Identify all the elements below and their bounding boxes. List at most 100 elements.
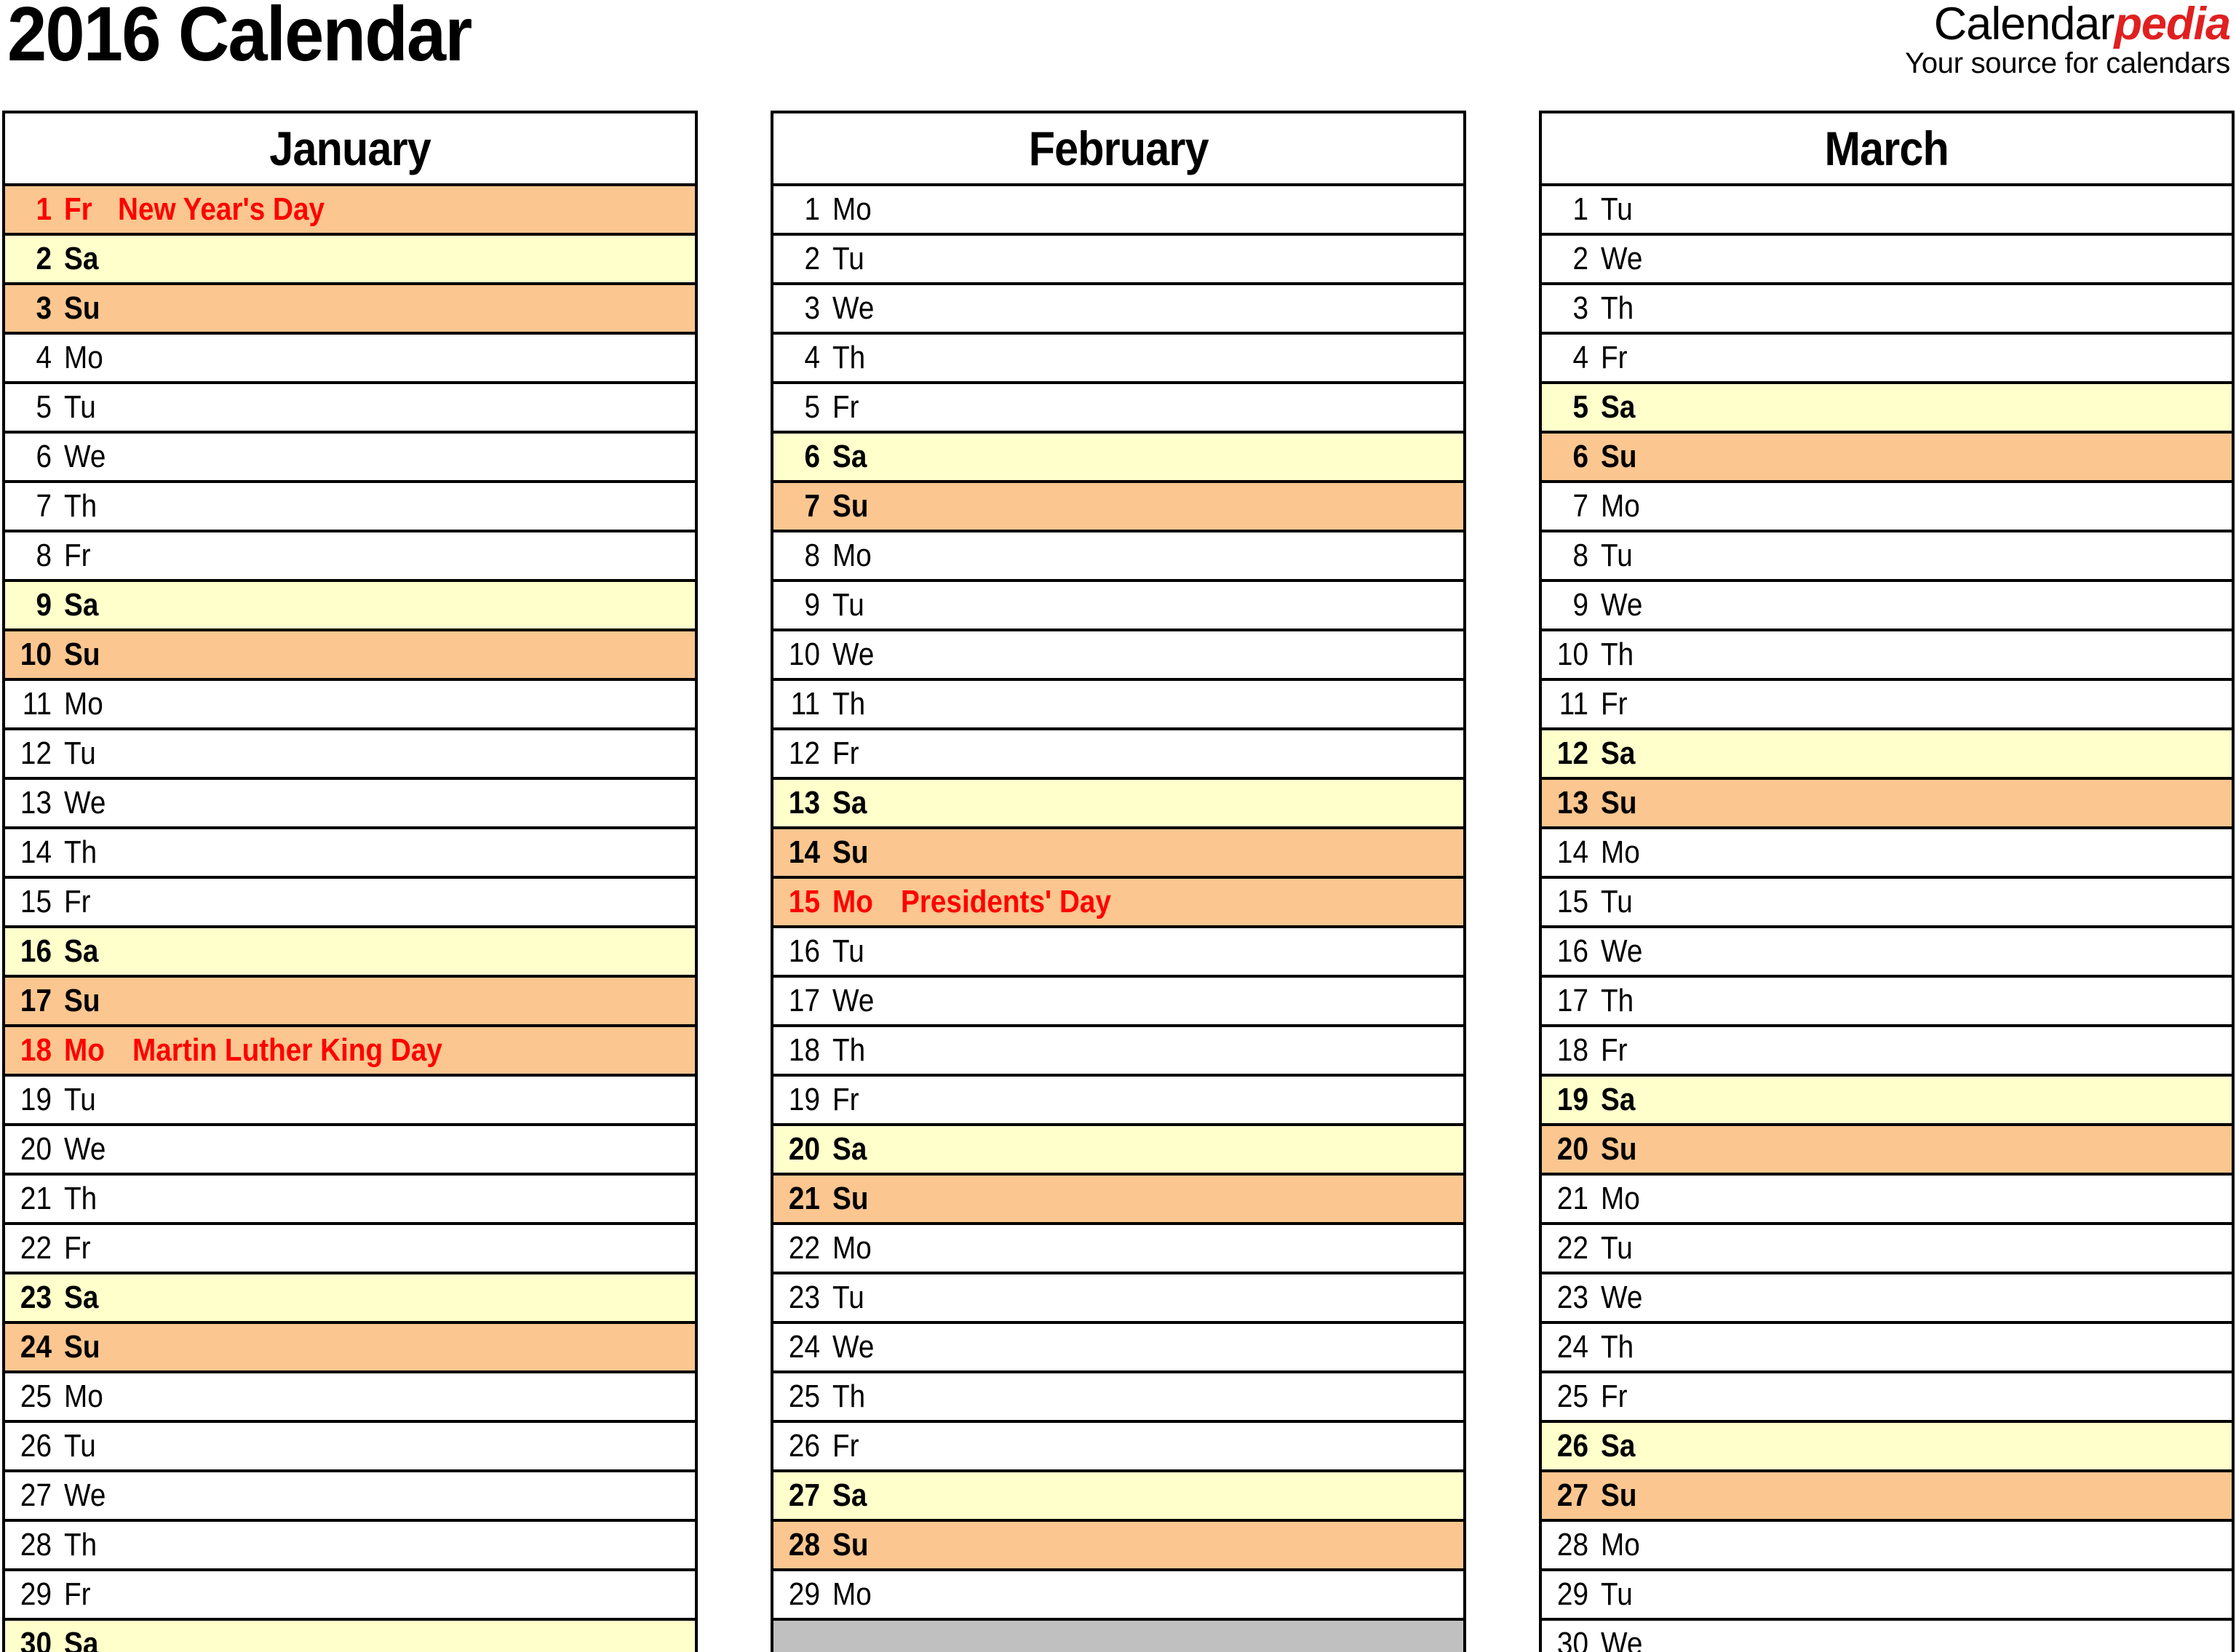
day-row[interactable]: 17 Th bbox=[1542, 978, 2232, 1027]
day-row[interactable]: 30 We bbox=[1542, 1621, 2232, 1652]
day-row[interactable]: 17 Su bbox=[5, 978, 695, 1027]
day-row[interactable]: 19 Tu bbox=[5, 1077, 695, 1126]
day-row[interactable]: 9 Tu bbox=[773, 582, 1463, 631]
day-row[interactable]: 27 Su bbox=[1542, 1472, 2232, 1522]
day-row[interactable]: 17 We bbox=[773, 978, 1463, 1027]
day-row[interactable]: 26 Sa bbox=[1542, 1423, 2232, 1472]
day-row[interactable]: 26 Tu bbox=[5, 1423, 695, 1472]
weekday-abbr: Th bbox=[64, 834, 98, 870]
day-row[interactable]: 27 Sa bbox=[773, 1472, 1463, 1522]
day-row[interactable]: 11 Mo bbox=[5, 681, 695, 730]
day-row[interactable]: 10 Th bbox=[1542, 631, 2232, 681]
day-row[interactable]: 5 Fr bbox=[773, 384, 1463, 434]
day-row[interactable]: 20 Sa bbox=[773, 1126, 1463, 1176]
day-row[interactable]: 8 Mo bbox=[773, 532, 1463, 582]
day-row[interactable]: 5 Sa bbox=[1542, 384, 2232, 434]
day-row[interactable]: 19 Sa bbox=[1542, 1077, 2232, 1126]
day-row[interactable]: 22 Fr bbox=[5, 1225, 695, 1274]
day-row[interactable]: 29 Mo bbox=[773, 1571, 1463, 1621]
day-row[interactable]: 26 Fr bbox=[773, 1423, 1463, 1472]
day-row[interactable]: 30 Sa bbox=[5, 1621, 695, 1652]
day-row[interactable]: 7 Mo bbox=[1542, 483, 2232, 532]
day-row[interactable]: 9 We bbox=[1542, 582, 2232, 631]
day-row[interactable]: 18 Th bbox=[773, 1027, 1463, 1077]
day-row[interactable]: 21 Th bbox=[5, 1176, 695, 1225]
day-row[interactable]: 16 We bbox=[1542, 928, 2232, 978]
day-row[interactable]: 6 Sa bbox=[773, 434, 1463, 483]
day-row[interactable]: 14 Th bbox=[5, 829, 695, 879]
day-row[interactable]: 21 Su bbox=[773, 1176, 1463, 1225]
day-number: 19 bbox=[1556, 1082, 1588, 1117]
weekday-abbr: Tu bbox=[1601, 884, 1633, 919]
day-row[interactable]: 23 Tu bbox=[773, 1274, 1463, 1324]
day-row[interactable]: 28 Su bbox=[773, 1522, 1463, 1571]
day-row[interactable]: 21 Mo bbox=[1542, 1176, 2232, 1225]
day-row[interactable]: 2 We bbox=[1542, 236, 2232, 285]
day-row[interactable]: 15 Mo Presidents' Day bbox=[773, 879, 1463, 928]
day-row[interactable]: 25 Th bbox=[773, 1373, 1463, 1423]
day-row[interactable]: 22 Tu bbox=[1542, 1225, 2232, 1274]
day-row[interactable]: 19 Fr bbox=[773, 1077, 1463, 1126]
day-row[interactable]: 6 We bbox=[5, 434, 695, 483]
day-row[interactable]: 29 Tu bbox=[1542, 1571, 2232, 1621]
day-row[interactable]: 10 We bbox=[773, 631, 1463, 681]
weekday-abbr: Sa bbox=[64, 933, 99, 969]
day-row[interactable]: 8 Fr bbox=[5, 532, 695, 582]
day-row[interactable]: 5 Tu bbox=[5, 384, 695, 434]
day-row[interactable]: 25 Fr bbox=[1542, 1373, 2232, 1423]
weekday-abbr: Mo bbox=[64, 686, 103, 722]
day-row[interactable]: 23 Sa bbox=[5, 1274, 695, 1324]
day-row[interactable]: 14 Mo bbox=[1542, 829, 2232, 879]
day-row[interactable]: 12 Tu bbox=[5, 730, 695, 780]
day-row[interactable]: 11 Th bbox=[773, 681, 1463, 730]
day-row[interactable]: 15 Tu bbox=[1542, 879, 2232, 928]
day-row[interactable]: 16 Tu bbox=[773, 928, 1463, 978]
day-number: 6 bbox=[36, 439, 52, 474]
day-row[interactable]: 7 Th bbox=[5, 483, 695, 532]
day-row[interactable]: 1 Tu bbox=[1542, 186, 2232, 236]
day-row[interactable]: 13 We bbox=[5, 780, 695, 829]
holiday-label: New Year's Day bbox=[118, 191, 325, 227]
day-row[interactable]: 28 Mo bbox=[1542, 1522, 2232, 1571]
day-row[interactable]: 25 Mo bbox=[5, 1373, 695, 1423]
day-row[interactable]: 6 Su bbox=[1542, 434, 2232, 483]
day-row[interactable]: 1 Fr New Year's Day bbox=[5, 186, 695, 236]
weekday-abbr: Mo bbox=[64, 1032, 105, 1068]
day-row[interactable]: 12 Fr bbox=[773, 730, 1463, 780]
weekday-abbr: Su bbox=[1601, 785, 1637, 821]
day-row[interactable]: 12 Sa bbox=[1542, 730, 2232, 780]
day-row[interactable]: 13 Sa bbox=[773, 780, 1463, 829]
day-row[interactable]: 13 Su bbox=[1542, 780, 2232, 829]
day-row[interactable]: 24 Su bbox=[5, 1324, 695, 1373]
day-row[interactable]: 22 Mo bbox=[773, 1225, 1463, 1274]
day-row[interactable]: 14 Su bbox=[773, 829, 1463, 879]
day-row[interactable]: 11 Fr bbox=[1542, 681, 2232, 730]
day-row[interactable]: 20 We bbox=[5, 1126, 695, 1176]
day-row[interactable]: 24 We bbox=[773, 1324, 1463, 1373]
day-number: 13 bbox=[788, 785, 820, 821]
day-row[interactable]: 2 Sa bbox=[5, 236, 695, 285]
day-row[interactable]: 29 Fr bbox=[5, 1571, 695, 1621]
day-row[interactable]: 18 Mo Martin Luther King Day bbox=[5, 1027, 695, 1077]
day-row[interactable]: 3 We bbox=[773, 285, 1463, 335]
day-row[interactable]: 16 Sa bbox=[5, 928, 695, 978]
day-row[interactable]: 28 Th bbox=[5, 1522, 695, 1571]
day-row[interactable]: 20 Su bbox=[1542, 1126, 2232, 1176]
day-row[interactable]: 3 Su bbox=[5, 285, 695, 335]
day-row[interactable]: 23 We bbox=[1542, 1274, 2232, 1324]
day-row[interactable]: 2 Tu bbox=[773, 236, 1463, 285]
day-row[interactable]: 4 Fr bbox=[1542, 335, 2232, 384]
day-row[interactable]: 27 We bbox=[5, 1472, 695, 1522]
day-row[interactable]: 3 Th bbox=[1542, 285, 2232, 335]
day-row[interactable]: 4 Th bbox=[773, 335, 1463, 384]
day-row[interactable]: 8 Tu bbox=[1542, 532, 2232, 582]
day-row[interactable]: 9 Sa bbox=[5, 582, 695, 631]
day-row[interactable]: 15 Fr bbox=[5, 879, 695, 928]
day-row[interactable]: 24 Th bbox=[1542, 1324, 2232, 1373]
filler-row[interactable] bbox=[773, 1621, 1463, 1652]
day-row[interactable]: 4 Mo bbox=[5, 335, 695, 384]
day-row[interactable]: 10 Su bbox=[5, 631, 695, 681]
day-row[interactable]: 1 Mo bbox=[773, 186, 1463, 236]
day-row[interactable]: 18 Fr bbox=[1542, 1027, 2232, 1077]
day-row[interactable]: 7 Su bbox=[773, 483, 1463, 532]
